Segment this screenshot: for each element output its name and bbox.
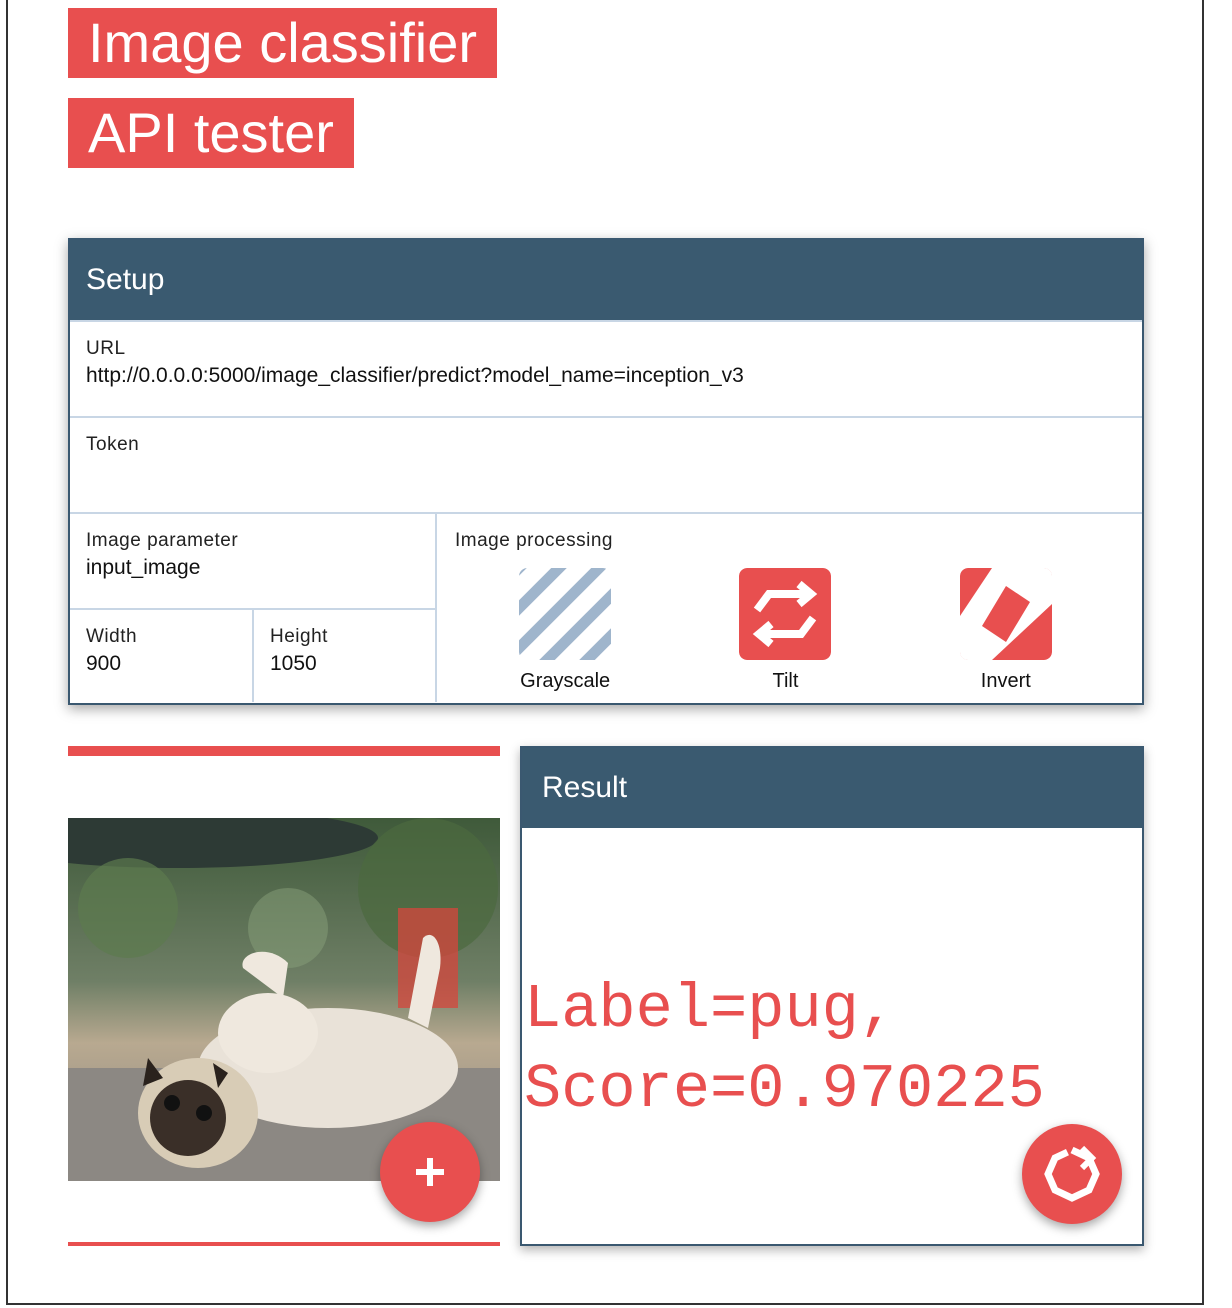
add-image-button[interactable] (380, 1122, 480, 1222)
token-label: Token (86, 434, 140, 455)
dimensions-row: Width 900 Height 1050 (70, 610, 435, 702)
image-param-label: Image parameter (86, 530, 239, 551)
params-row: Image parameter input_image Width 900 He… (70, 512, 1142, 702)
setup-header: Setup (70, 240, 1142, 320)
tilt-label: Tilt (772, 670, 799, 692)
grayscale-label: Grayscale (520, 670, 611, 692)
plus-icon (416, 1158, 444, 1186)
striped-icon[interactable] (519, 568, 612, 660)
image-param-field[interactable]: Image parameter input_image (70, 514, 435, 610)
result-score-line: Score=0.970225 (524, 1054, 1045, 1125)
url-label: URL (86, 338, 126, 359)
height-label: Height (270, 626, 328, 647)
url-input[interactable]: http://0.0.0.0:5000/image_classifier/pre… (86, 364, 1126, 388)
setup-panel: Setup URL http://0.0.0.0:5000/image_clas… (68, 238, 1144, 705)
page-title-line2: API tester (68, 98, 354, 168)
width-label: Width (86, 626, 138, 647)
width-field[interactable]: Width 900 (70, 610, 254, 702)
image-param-input[interactable]: input_image (86, 556, 419, 580)
page-title-line1: Image classifier (68, 8, 498, 78)
result-panel: Result Label=pug, Score=0.970225 (520, 746, 1144, 1246)
processing-options: Grayscale Tilt Invert (455, 568, 1126, 693)
height-input[interactable]: 1050 (270, 652, 419, 676)
image-panel (68, 746, 500, 1246)
refresh-button[interactable] (1022, 1124, 1122, 1224)
result-header: Result (522, 748, 1142, 828)
result-label-line: Label=pug, (524, 974, 897, 1045)
width-input[interactable]: 900 (86, 652, 236, 676)
image-panel-top-bar (68, 746, 500, 756)
image-processing-section: Image processing Grayscale Tilt Invert (437, 514, 1142, 702)
url-field[interactable]: URL http://0.0.0.0:5000/image_classifier… (70, 320, 1142, 416)
swap-arrows-icon[interactable] (739, 568, 832, 660)
refresh-icon (1044, 1145, 1100, 1202)
tilt-option[interactable]: Tilt (739, 568, 832, 693)
grayscale-option[interactable]: Grayscale (519, 568, 612, 693)
image-panel-bottom-bar (68, 1242, 500, 1246)
invert-label: Invert (980, 670, 1031, 692)
result-text: Label=pug, Score=0.970225 (524, 970, 1045, 1130)
image-processing-label: Image processing (455, 530, 613, 551)
height-field[interactable]: Height 1050 (254, 610, 435, 702)
invert-diamond-icon[interactable] (959, 568, 1052, 660)
token-field[interactable]: Token (70, 416, 1142, 512)
invert-option[interactable]: Invert (959, 568, 1052, 693)
params-left: Image parameter input_image Width 900 He… (70, 514, 437, 702)
